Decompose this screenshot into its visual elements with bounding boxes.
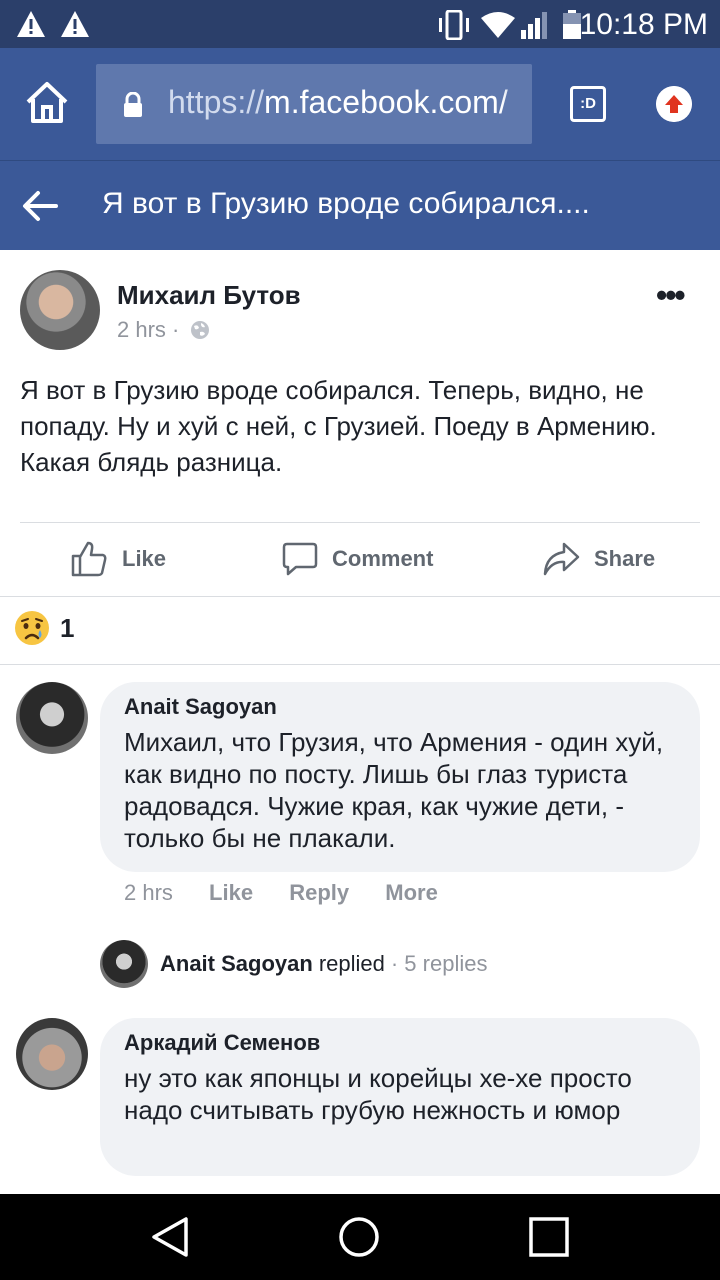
like-button[interactable]: Like (70, 536, 166, 582)
post-meta: 2 hrs · (117, 317, 179, 343)
post-body: Я вот в Грузию вроде собирался. Теперь, … (20, 375, 657, 477)
comment-text: ну это как японцы и корейцы хе-хе просто… (124, 1063, 632, 1125)
reply-avatar (100, 940, 148, 988)
url-scheme: https:// (168, 84, 265, 120)
vibrate-icon (439, 10, 469, 40)
back-nav-icon[interactable] (150, 1216, 190, 1258)
share-button[interactable]: Share (542, 536, 655, 582)
divider (0, 596, 720, 597)
comment-actions: 2 hrs Like Reply More (124, 880, 468, 906)
comment-like-button[interactable]: Like (209, 880, 253, 905)
share-icon (543, 542, 580, 576)
commenter-avatar[interactable] (16, 1018, 88, 1090)
meta-separator: · (172, 317, 180, 342)
wifi-icon (481, 12, 515, 38)
page-header: Я вот в Грузию вроде собирался.... (0, 160, 720, 250)
status-bar: 10:18 PM (0, 0, 720, 48)
post-author[interactable]: Михаил Бутов (117, 280, 301, 311)
reply-count: · 5 replies (390, 951, 488, 976)
divider (20, 522, 700, 523)
tab-switcher-button[interactable]: :D (570, 86, 606, 122)
home-nav-icon[interactable] (338, 1216, 380, 1258)
comment-reply-button[interactable]: Reply (289, 880, 349, 905)
reaction-count: 1 (60, 612, 75, 643)
url-text: https://m.facebook.com/ (168, 84, 508, 121)
address-bar[interactable]: https://m.facebook.com/ (96, 64, 532, 144)
comment-button[interactable]: Comment (282, 536, 433, 582)
comment-time[interactable]: 2 hrs (124, 880, 173, 905)
url-host: m.facebook.com/ (264, 84, 508, 120)
data-saver-icon[interactable] (656, 86, 692, 122)
commenter-avatar[interactable] (16, 682, 88, 754)
comment-bubble: Anait Sagoyan Михаил, что Грузия, что Ар… (100, 682, 700, 872)
post-options-button[interactable]: ••• (656, 279, 696, 314)
recents-nav-icon[interactable] (528, 1216, 570, 1258)
sad-reaction-icon (15, 611, 49, 645)
clock: 10:18 PM (579, 8, 708, 41)
url-fade (502, 64, 532, 144)
thumbs-up-icon (71, 541, 107, 577)
signal-icon (521, 12, 547, 39)
divider (0, 664, 720, 665)
page-title: Я вот в Грузию вроде собирался.... (102, 187, 590, 220)
browser-toolbar: https://m.facebook.com/ :D (0, 48, 720, 160)
comment-text: Михаил, что Грузия, что Армения - один х… (124, 727, 664, 853)
reaction-summary[interactable]: 1 (14, 610, 74, 646)
share-label: Share (594, 546, 656, 571)
commenter-name[interactable]: Anait Sagoyan (124, 694, 676, 720)
view-replies-link[interactable]: Anait Sagoyan replied · 5 replies (100, 940, 487, 988)
post-time[interactable]: 2 hrs (117, 317, 166, 342)
globe-icon (191, 321, 209, 339)
system-navigation-bar (0, 1194, 720, 1280)
comment-bubble: Аркадий Семенов ну это как японцы и коре… (100, 1018, 700, 1176)
lock-icon (124, 92, 142, 117)
commenter-name[interactable]: Аркадий Семенов (124, 1030, 676, 1056)
back-arrow-icon[interactable] (20, 188, 60, 224)
like-label: Like (122, 546, 167, 571)
author-avatar[interactable] (20, 270, 100, 350)
comment-more-button[interactable]: More (385, 880, 438, 905)
comment-icon (282, 542, 318, 576)
reply-author: Anait Sagoyan (160, 951, 313, 976)
home-icon[interactable] (22, 78, 72, 128)
warning-icon (17, 11, 45, 37)
comment-label: Comment (332, 546, 434, 571)
reply-verb: replied (318, 951, 385, 976)
warning-icon (61, 11, 89, 37)
